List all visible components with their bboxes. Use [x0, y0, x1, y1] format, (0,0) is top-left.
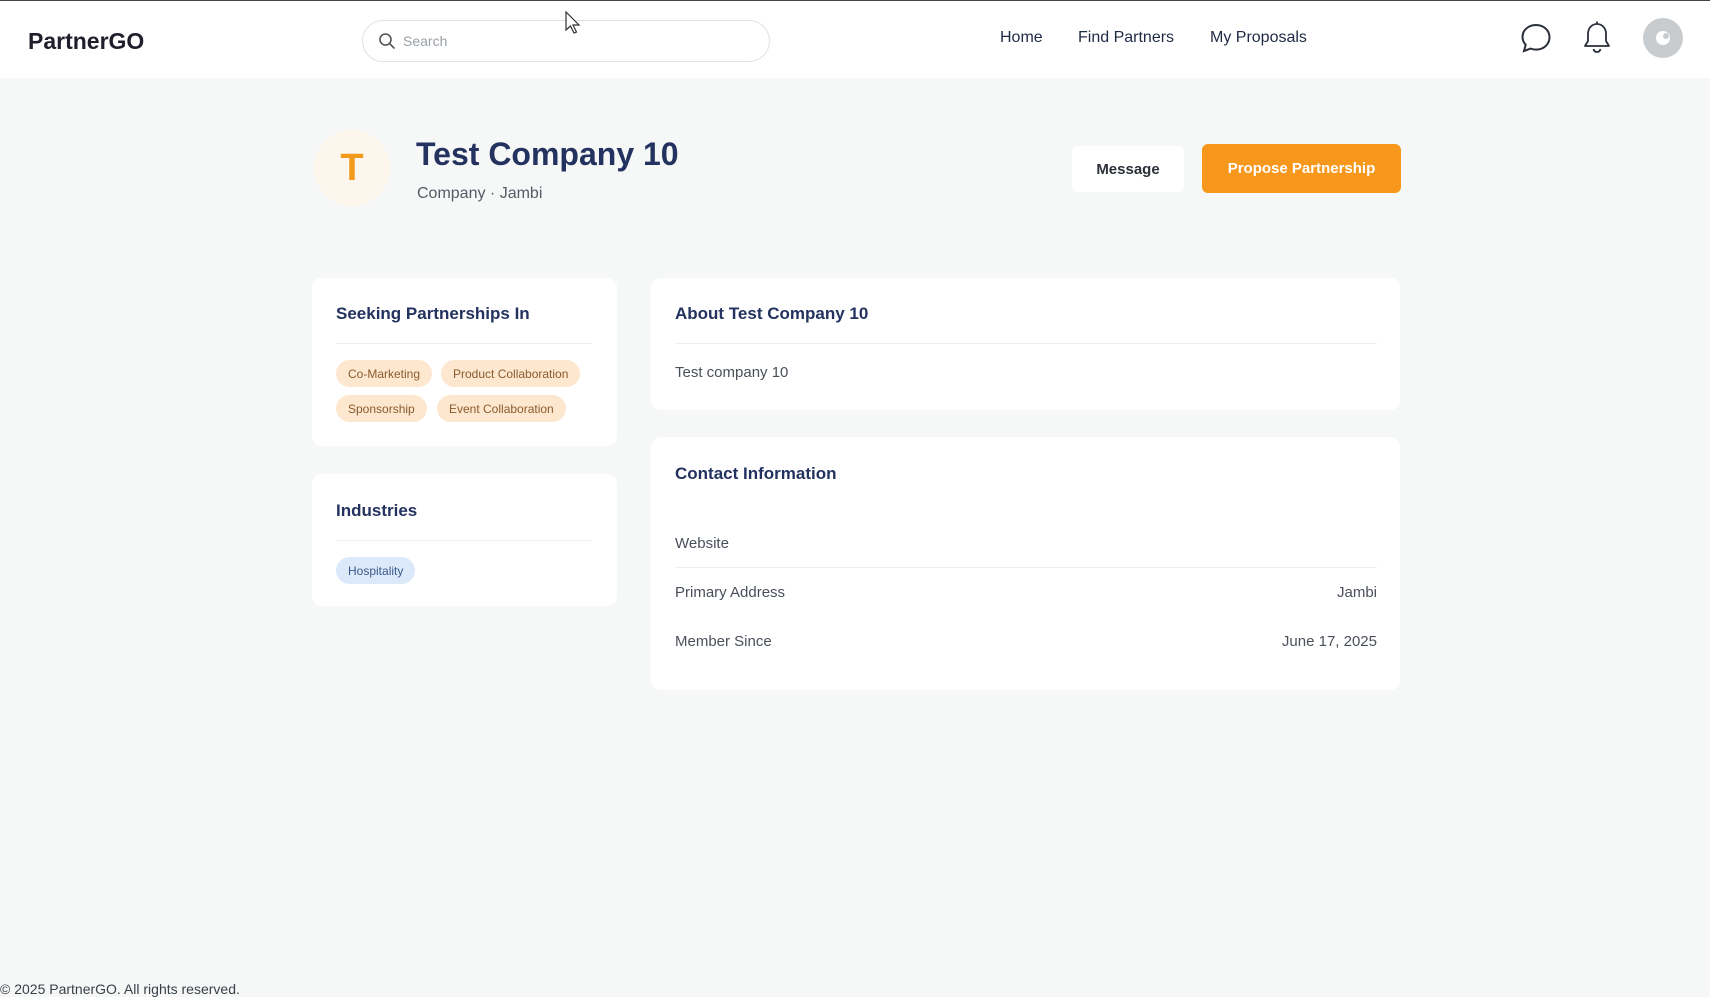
- top-navigation-bar: PartnerGO Home Find Partners My Proposal…: [0, 0, 1710, 78]
- notifications-button[interactable]: [1578, 19, 1616, 57]
- about-card: [651, 278, 1400, 410]
- tag-sponsorship: Sponsorship: [336, 395, 427, 422]
- contact-value-primary-address: Jambi: [1336, 584, 1377, 601]
- contact-label-website: Website: [675, 535, 729, 552]
- user-avatar-icon: [1656, 31, 1670, 45]
- seeking-partnerships-title: Seeking Partnerships In: [336, 304, 530, 323]
- divider: [336, 540, 592, 541]
- nav-my-proposals[interactable]: My Proposals: [1210, 29, 1307, 47]
- nav-home[interactable]: Home: [1000, 29, 1043, 47]
- contact-label-primary-address: Primary Address: [675, 584, 786, 601]
- contact-value-member-since: June 17, 2025: [1281, 633, 1377, 650]
- propose-partnership-button[interactable]: Propose Partnership: [1202, 144, 1401, 193]
- contact-information-title: Contact Information: [675, 464, 837, 483]
- company-subtitle: Company · Jambi: [417, 185, 543, 202]
- tag-hospitality: Hospitality: [336, 557, 416, 584]
- about-title: About Test Company 10: [675, 304, 869, 323]
- nav-find-partners[interactable]: Find Partners: [1078, 29, 1174, 47]
- search-icon: [379, 33, 395, 49]
- bell-icon: [1584, 21, 1610, 53]
- message-button[interactable]: Message: [1072, 146, 1184, 192]
- divider: [336, 343, 592, 344]
- company-name: Test Company 10: [416, 136, 679, 172]
- about-text: Test company 10: [675, 364, 789, 381]
- tag-product-collaboration: Product Collaboration: [441, 360, 581, 387]
- tag-event-collaboration: Event Collaboration: [437, 395, 566, 422]
- mouse-cursor-icon: [565, 11, 581, 34]
- app-logo[interactable]: PartnerGO: [28, 28, 144, 55]
- divider: [675, 567, 1377, 568]
- user-avatar[interactable]: [1643, 18, 1683, 58]
- company-avatar: T: [314, 130, 390, 206]
- industries-title: Industries: [336, 501, 418, 520]
- chat-button[interactable]: [1517, 19, 1555, 57]
- chat-bubble-icon: [1521, 23, 1551, 53]
- divider: [675, 343, 1377, 344]
- contact-label-member-since: Member Since: [675, 633, 772, 650]
- tag-co-marketing: Co-Marketing: [336, 360, 433, 387]
